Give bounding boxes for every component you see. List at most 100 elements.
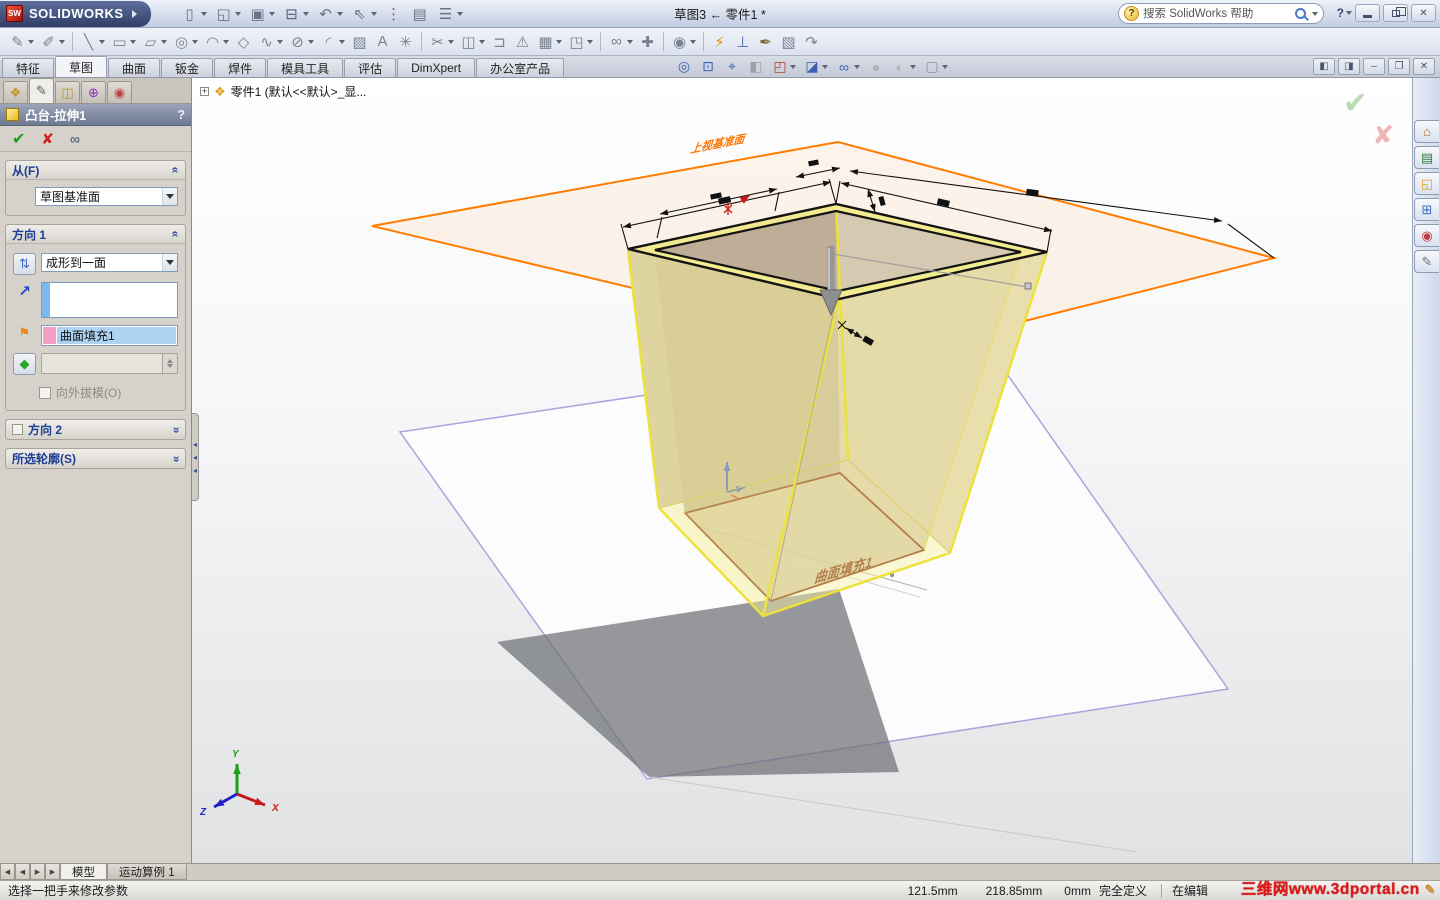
dropdown-caret-icon[interactable] (854, 64, 860, 69)
toolbar-button[interactable]: ▭ (108, 30, 139, 54)
dropdown-caret-icon[interactable] (479, 39, 485, 44)
quick-icon[interactable]: ▤ (407, 3, 433, 25)
close-button[interactable]: ✕ (1411, 4, 1436, 22)
manager-tab[interactable]: ✎ (29, 78, 54, 103)
task-pane-tab[interactable]: ▤ (1414, 146, 1439, 169)
toolbar-button[interactable]: ◠ (201, 30, 232, 54)
dropdown-caret-icon[interactable] (59, 39, 65, 44)
start-condition-dropdown[interactable]: 草图基准面 (35, 187, 178, 206)
ribbon-tab[interactable]: 焊件 (214, 58, 267, 77)
toolbar-button[interactable]: ✎ (6, 30, 37, 54)
dropdown-caret-icon[interactable] (910, 64, 916, 69)
dropdown-caret-icon[interactable] (587, 39, 593, 44)
quick-icon[interactable]: ☰ (433, 3, 467, 25)
minimize-button[interactable] (1355, 4, 1380, 22)
group-direction1-header[interactable]: 方向 1 « (6, 225, 185, 244)
dropdown-caret-icon[interactable] (448, 39, 454, 44)
toolbar-button[interactable]: ✳ (394, 30, 417, 54)
dropdown-caret-icon[interactable] (556, 39, 562, 44)
end-condition-dropdown[interactable]: 成形到一面 (41, 253, 178, 272)
quick-icon[interactable]: ▣ (245, 3, 279, 25)
ribbon-tab[interactable]: 草图 (55, 56, 108, 77)
search-input[interactable] (1143, 7, 1291, 20)
menu-flyout-icon[interactable] (131, 9, 137, 18)
toolbar-button[interactable]: ╲ (77, 30, 108, 54)
manager-tab[interactable]: ⊕ (81, 81, 106, 103)
collapse-chevron-icon[interactable]: « (169, 167, 183, 174)
ribbon-tab[interactable]: 特征 (2, 58, 55, 77)
quick-icon[interactable]: ⇖ (347, 3, 381, 25)
tab-nav-button[interactable]: ▶ (45, 864, 60, 880)
draft-angle-spinner[interactable] (163, 353, 178, 374)
help-button[interactable]: ? (1337, 6, 1352, 20)
toolbar-button[interactable]: ▨ (348, 30, 371, 54)
preview-glasses-button[interactable]: ∞ (70, 131, 80, 147)
restore-button[interactable] (1383, 4, 1408, 22)
toolbar-button[interactable]: ∿ (255, 30, 286, 54)
search-icon[interactable] (1295, 8, 1306, 19)
dropdown-caret-icon[interactable] (130, 39, 136, 44)
dropdown-caret-icon[interactable] (627, 39, 633, 44)
toolbar-button[interactable]: ⚡ (708, 30, 731, 54)
dropdown-caret-icon[interactable] (302, 11, 309, 16)
toolbar-button[interactable]: ⊥ (731, 30, 754, 54)
ribbon-tab[interactable]: 办公室产品 (476, 58, 565, 77)
quick-icon[interactable]: ↶ (313, 3, 347, 25)
manager-tab[interactable]: ◉ (107, 81, 132, 103)
toolbar-button[interactable]: ∞ (605, 30, 636, 54)
dropdown-caret-icon[interactable] (223, 39, 229, 44)
study-tab[interactable]: 运动算例 1 (107, 864, 187, 880)
group-selected-contours-header[interactable]: 所选轮廓(S) « (6, 449, 185, 468)
dropdown-caret-icon[interactable] (308, 39, 314, 44)
manager-tab[interactable]: ◫ (55, 81, 80, 103)
task-pane-tab[interactable]: ✎ (1414, 250, 1439, 273)
dropdown-caret-icon[interactable] (99, 39, 105, 44)
tree-expand-icon[interactable]: + (200, 87, 209, 96)
search-dropdown-caret-icon[interactable] (1312, 11, 1318, 16)
ribbon-tab[interactable]: DimXpert (397, 58, 476, 77)
ok-button[interactable]: ✔ (12, 129, 25, 149)
group-direction2-header[interactable]: 方向 2 « (6, 420, 185, 439)
toolbar-button[interactable]: A (371, 30, 394, 54)
manager-tab[interactable]: ❖ (3, 81, 28, 103)
view-tool-button[interactable]: ◪ (800, 56, 832, 77)
ribbon-tab[interactable]: 曲面 (108, 58, 161, 77)
quick-icon[interactable]: ⊟ (279, 3, 313, 25)
study-tab[interactable]: 模型 (60, 864, 107, 880)
group-from-header[interactable]: 从(F) « (6, 161, 185, 180)
toolbar-button[interactable]: ⊐ (488, 30, 511, 54)
cancel-button[interactable]: ✘ (41, 130, 54, 148)
dropdown-caret-icon[interactable] (192, 39, 198, 44)
ribbon-tab[interactable]: 模具工具 (267, 58, 344, 77)
spin-down-icon[interactable] (167, 364, 173, 368)
dropdown-caret-icon[interactable] (161, 39, 167, 44)
dropdown-caret-icon[interactable] (200, 11, 207, 16)
dropdown-arrow-icon[interactable] (162, 254, 177, 271)
reverse-direction-button[interactable]: ⇅ (13, 253, 36, 275)
toolbar-button[interactable]: ✐ (37, 30, 68, 54)
draft-outward-checkbox[interactable] (39, 386, 51, 399)
task-pane-tab[interactable]: ◱ (1414, 172, 1439, 195)
dropdown-caret-icon[interactable] (456, 11, 463, 16)
toolbar-button[interactable]: ◳ (565, 30, 596, 54)
task-pane-tab[interactable]: ⌂ (1414, 120, 1439, 143)
direction-reference-box[interactable] (41, 282, 178, 318)
spin-up-icon[interactable] (167, 359, 173, 363)
dropdown-caret-icon[interactable] (690, 39, 696, 44)
view-tool-button[interactable]: ∞ (832, 56, 864, 77)
toolbar-button[interactable]: ✚ (636, 30, 659, 54)
task-pane-tab[interactable]: ◉ (1414, 224, 1439, 247)
dropdown-caret-icon[interactable] (234, 11, 241, 16)
tab-nav-button[interactable]: ▶ (30, 864, 45, 880)
doc-window-button[interactable]: – (1363, 58, 1385, 75)
view-tool-button[interactable]: ◐ (888, 56, 920, 77)
face-selection-box[interactable]: 曲面填充1 (41, 325, 178, 346)
quick-icon[interactable]: ⋮ (381, 3, 407, 25)
quick-icon[interactable]: ◱ (211, 3, 245, 25)
toolbar-button[interactable]: ▦ (534, 30, 565, 54)
toolbar-button[interactable]: ▱ (139, 30, 170, 54)
toolbar-button[interactable]: ◇ (232, 30, 255, 54)
view-tool-button[interactable]: ◎ (672, 56, 696, 77)
dropdown-caret-icon[interactable] (942, 64, 948, 69)
search-box[interactable]: ? (1118, 3, 1324, 24)
